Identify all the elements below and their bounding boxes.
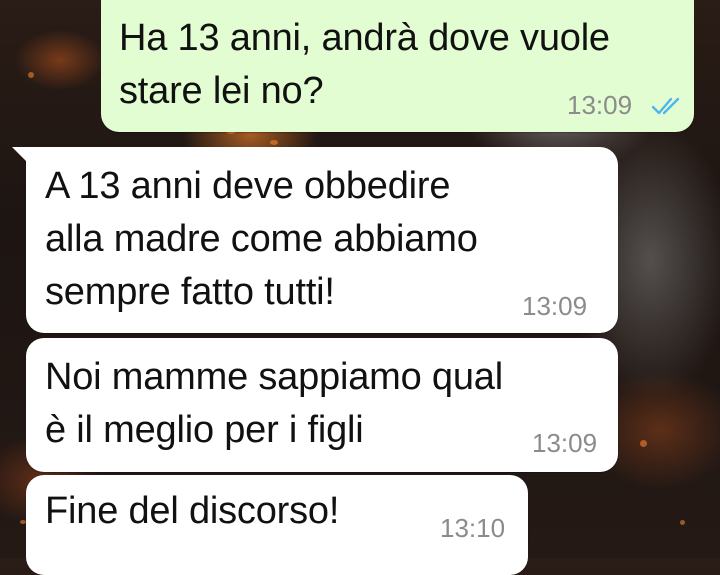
message-timestamp: 13:09 (567, 90, 633, 120)
message-timestamp: 13:09 (522, 291, 588, 321)
message-bubble-incoming[interactable]: A 13 anni deve obbedire alla madre come … (12, 147, 618, 333)
message-timestamp: 13:09 (532, 428, 598, 458)
bubble-tail (12, 147, 34, 169)
message-text: Noi mamme sappiamo qual è il meglio per … (45, 356, 503, 451)
message-bubble-incoming[interactable]: Fine del discorso! 13:10 (26, 475, 528, 575)
message-text: Ha 13 anni, andrà dove vuole stare lei n… (119, 17, 610, 112)
message-text: Fine del discorso! (45, 490, 340, 532)
message-timestamp: 13:10 (440, 513, 506, 543)
message-bubble-incoming[interactable]: Noi mamme sappiamo qual è il meglio per … (26, 338, 618, 472)
bubble-tail (688, 0, 708, 2)
message-bubble-outgoing[interactable]: Ha 13 anni, andrà dove vuole stare lei n… (101, 0, 708, 132)
message-text: A 13 anni deve obbedire alla madre come … (45, 165, 478, 313)
double-check-icon (651, 97, 680, 115)
